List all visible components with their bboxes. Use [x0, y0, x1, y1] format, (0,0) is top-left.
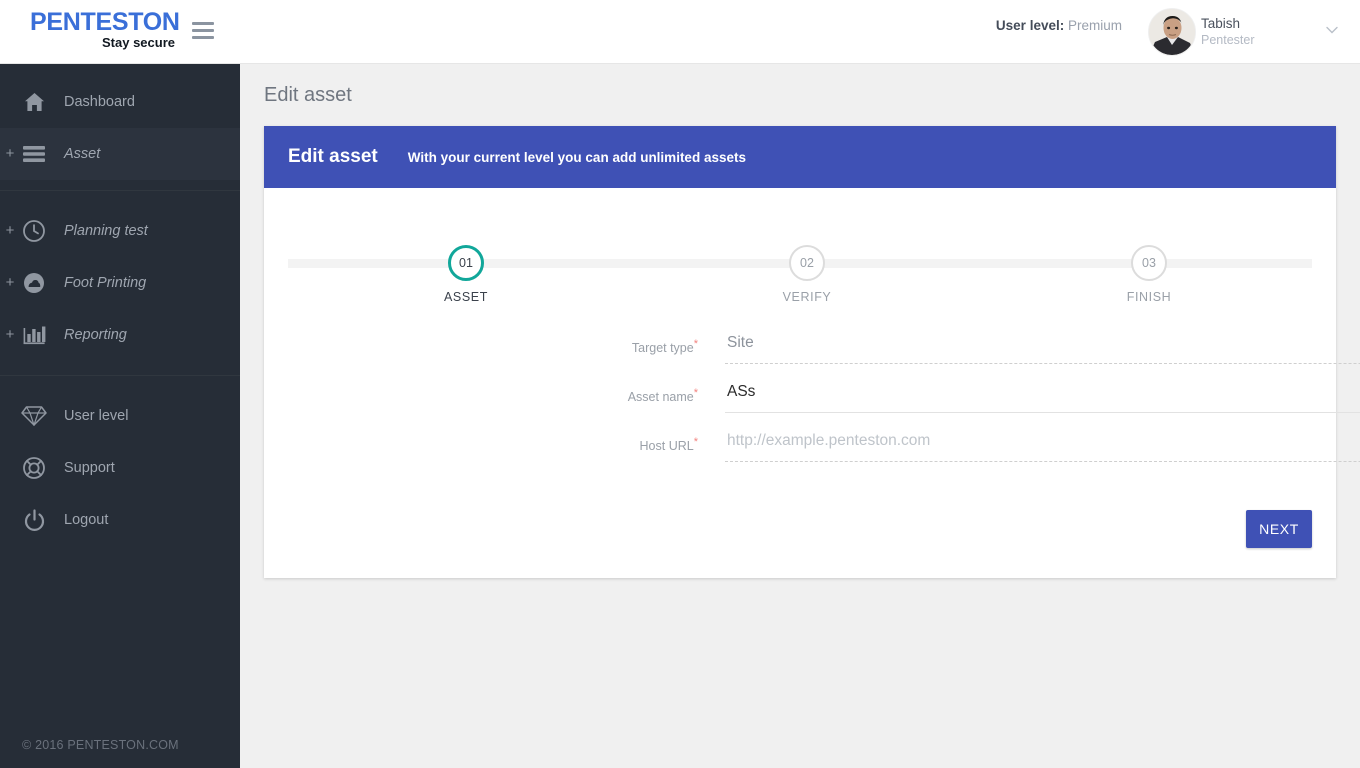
- target-type-select[interactable]: Site: [725, 328, 1360, 364]
- hamburger-bar: [192, 29, 214, 32]
- sidebar-item-label: Reporting: [64, 327, 127, 343]
- avatar-photo: [1149, 9, 1195, 55]
- label-text: Host URL: [639, 439, 694, 454]
- sidebar-copyright: © 2016 PENTESTON.COM: [22, 738, 179, 752]
- host-url-label: Host URL*: [640, 436, 698, 453]
- expand-plus-icon[interactable]: +: [3, 223, 17, 238]
- hamburger-bar: [192, 22, 214, 25]
- sidebar-item-label: Dashboard: [64, 94, 135, 110]
- sidebar-item-label: Planning test: [64, 223, 148, 239]
- asset-name-input[interactable]: ASs: [725, 377, 1360, 413]
- sidebar-group-account: User level Support Logout: [0, 376, 240, 560]
- chevron-down-icon[interactable]: [1326, 26, 1338, 34]
- field-row-host-url: Host URL* http://example.penteston.com: [264, 426, 1360, 474]
- edit-asset-card: Edit asset With your current level you c…: [264, 126, 1360, 578]
- sidebar-item-dashboard[interactable]: Dashboard: [0, 76, 240, 128]
- user-menu[interactable]: Tabish Pentester: [1201, 15, 1305, 48]
- sidebar-item-support[interactable]: Support: [0, 442, 240, 494]
- target-type-value: Site: [725, 328, 1360, 364]
- sidebar-item-user-level[interactable]: User level: [0, 390, 240, 442]
- diamond-icon: [20, 402, 48, 430]
- field-row-asset-name: Asset name* ASs: [264, 377, 1360, 425]
- sidebar-item-label: Asset: [64, 146, 101, 162]
- user-level-indicator: User level: Premium: [996, 18, 1122, 33]
- sidebar-item-label: Support: [64, 460, 115, 476]
- card-title: Edit asset: [288, 146, 378, 167]
- label-text: Target type: [631, 341, 694, 356]
- home-icon: [20, 88, 48, 116]
- sidebar-group-primary: Dashboard + Asset: [0, 64, 240, 191]
- user-level-label: User level:: [995, 18, 1065, 33]
- avatar[interactable]: [1148, 8, 1196, 56]
- sidebar-item-reporting[interactable]: + Reporting: [0, 309, 240, 361]
- sidebar-item-label: User level: [64, 408, 129, 424]
- stepper-step-verify[interactable]: 02 VERIFY: [747, 232, 867, 304]
- hamburger-bar: [192, 36, 214, 39]
- card-header: Edit asset With your current level you c…: [264, 126, 1336, 188]
- expand-plus-icon[interactable]: +: [3, 327, 17, 342]
- user-name: Tabish: [1201, 16, 1241, 31]
- card-body: 01 ASSET 02 VERIFY 03 FINISH Target type…: [264, 188, 1360, 578]
- lifebuoy-icon: [20, 454, 48, 482]
- sidebar: Dashboard + Asset + Planning test + Foot…: [0, 64, 240, 768]
- sidebar-item-label: Foot Printing: [64, 275, 147, 291]
- label-text: Asset name: [627, 390, 694, 405]
- brand-logo-main: PENTESTON: [30, 8, 180, 36]
- list-icon: [20, 140, 48, 168]
- card-subtitle: With your current level you can add unli…: [407, 149, 746, 165]
- step-caption: VERIFY: [782, 290, 832, 304]
- sidebar-item-asset[interactable]: + Asset: [0, 128, 240, 180]
- page-title: Edit asset: [264, 84, 352, 106]
- sidebar-item-foot-printing[interactable]: + Foot Printing: [0, 257, 240, 309]
- main-content: Edit asset Edit asset With your current …: [240, 64, 1360, 768]
- top-bar: PENTESTON Stay secure User level: Premiu…: [0, 0, 1360, 64]
- step-caption: FINISH: [1126, 290, 1172, 304]
- edit-asset-form: Target type* Site Asset name* ASs Host U…: [264, 328, 1360, 475]
- host-url-input[interactable]: http://example.penteston.com: [725, 426, 1360, 462]
- brand-logo[interactable]: PENTESTON Stay secure: [30, 8, 180, 54]
- required-marker: *: [693, 387, 698, 399]
- step-number: 01: [448, 245, 484, 281]
- asset-name-label: Asset name*: [628, 387, 698, 404]
- step-caption: ASSET: [444, 290, 488, 304]
- user-role: Pentester: [1201, 33, 1255, 47]
- stepper-step-finish[interactable]: 03 FINISH: [1089, 232, 1209, 304]
- required-marker: *: [693, 436, 698, 448]
- expand-plus-icon[interactable]: +: [3, 146, 17, 161]
- sidebar-group-tools: + Planning test + Foot Printing + Report…: [0, 191, 240, 376]
- sidebar-item-logout[interactable]: Logout: [0, 494, 240, 546]
- cloud-icon: [20, 269, 48, 297]
- power-icon: [20, 506, 48, 534]
- required-marker: *: [693, 338, 698, 350]
- expand-plus-icon[interactable]: +: [3, 275, 17, 290]
- sidebar-item-label: Logout: [64, 512, 109, 528]
- stepper-step-asset[interactable]: 01 ASSET: [406, 232, 526, 304]
- brand-logo-tagline: Stay secure: [102, 35, 175, 50]
- step-number: 03: [1131, 245, 1167, 281]
- next-button[interactable]: NEXT: [1246, 510, 1312, 548]
- sidebar-item-planning-test[interactable]: + Planning test: [0, 205, 240, 257]
- hamburger-icon[interactable]: [192, 22, 214, 40]
- step-number: 02: [789, 245, 825, 281]
- target-type-label: Target type*: [632, 338, 698, 355]
- user-level-value: Premium: [1067, 18, 1122, 33]
- clock-icon: [20, 217, 48, 245]
- bar-chart-icon: [20, 321, 48, 349]
- asset-name-value: ASs: [725, 377, 1360, 413]
- wizard-stepper: 01 ASSET 02 VERIFY 03 FINISH: [288, 232, 1312, 304]
- field-row-target-type: Target type* Site: [264, 328, 1360, 376]
- host-url-placeholder: http://example.penteston.com: [725, 426, 1360, 462]
